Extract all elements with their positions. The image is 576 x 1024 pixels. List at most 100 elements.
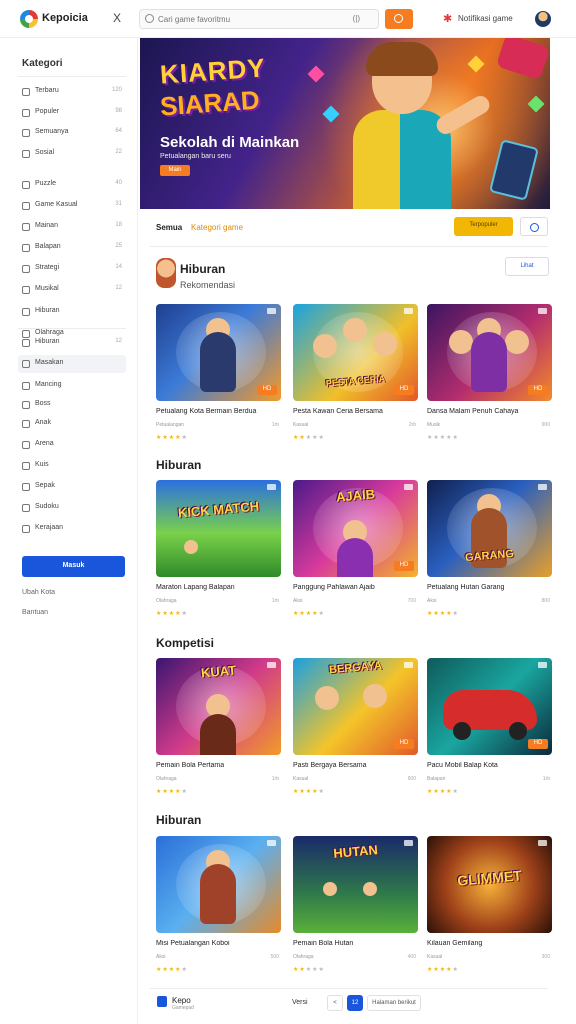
hero-banner[interactable]: KIARDY SIARAD Sekolah di Mainkan Petuala… bbox=[140, 38, 550, 209]
search-icon[interactable] bbox=[520, 217, 548, 236]
game-title[interactable]: Kilauan Gemilang bbox=[427, 940, 552, 947]
section-title: Kompetisi bbox=[156, 636, 215, 650]
see-all-button[interactable]: Lihat bbox=[505, 257, 549, 276]
help-link[interactable]: Bantuan bbox=[22, 609, 48, 616]
divider bbox=[18, 76, 126, 77]
hero-headline: Sekolah di Mainkan bbox=[160, 134, 300, 151]
game-thumbnail[interactable]: GARANG bbox=[427, 480, 552, 577]
sidebar-sub-item[interactable]: Anak bbox=[18, 415, 126, 433]
star-rating: ★★★★★ bbox=[156, 611, 188, 617]
game-thumbnail[interactable]: HD bbox=[156, 304, 281, 401]
game-genre: Olahraga bbox=[156, 776, 177, 782]
app-brand[interactable]: Kepoicia bbox=[42, 12, 88, 24]
close-icon[interactable]: X bbox=[113, 11, 121, 25]
filter-category[interactable]: Kategori game bbox=[191, 223, 243, 232]
game-title[interactable]: Petualang Kota Bermain Berdua bbox=[156, 408, 281, 415]
game-thumbnail[interactable]: HD bbox=[427, 304, 552, 401]
game-plays: 800 bbox=[541, 598, 550, 604]
game-thumbnail[interactable]: HUTAN bbox=[293, 836, 418, 933]
sidebar-item[interactable]: Hiburan bbox=[18, 303, 126, 321]
sidebar-sub-item-active[interactable]: Masakan bbox=[18, 355, 126, 373]
sidebar-sub-item[interactable]: Boss bbox=[18, 396, 126, 414]
sidebar-item[interactable]: Game Kasual 31 bbox=[18, 197, 126, 215]
game-title[interactable]: Pacu Mobil Balap Kota bbox=[427, 762, 552, 769]
game-plays: 500 bbox=[270, 954, 279, 960]
game-genre: Balapan bbox=[427, 776, 446, 782]
game-title[interactable]: Pasti Bergaya Bersama bbox=[293, 762, 418, 769]
search-icon bbox=[145, 14, 154, 23]
game-title[interactable]: Pemain Bola Hutan bbox=[293, 940, 418, 947]
star-rating: ★★★★★ bbox=[427, 435, 459, 441]
sidebar-item[interactable]: Puzzle 40 bbox=[18, 176, 126, 194]
hero-play-button[interactable]: Main bbox=[160, 165, 190, 176]
game-genre: Musik bbox=[427, 422, 441, 428]
sidebar-sub-item[interactable]: Sepak bbox=[18, 478, 126, 496]
pagination-prev[interactable]: < bbox=[327, 995, 343, 1011]
category-icon bbox=[22, 88, 30, 96]
sidebar-item[interactable]: Sosial 22 bbox=[18, 145, 126, 163]
sidebar-item[interactable]: Populer 98 bbox=[18, 104, 126, 122]
sort-button[interactable]: Terpopuler bbox=[454, 217, 513, 236]
search-button[interactable] bbox=[385, 9, 413, 29]
section-title: Hiburan bbox=[156, 458, 202, 472]
footer-label: Versi bbox=[292, 999, 308, 1006]
game-genre: Kasual bbox=[427, 954, 443, 960]
category-icon bbox=[22, 244, 30, 252]
game-plays: 900 bbox=[541, 422, 550, 428]
filter-all[interactable]: Semua bbox=[156, 223, 182, 232]
sidebar-item[interactable]: Terbaru 120 bbox=[18, 83, 126, 101]
star-rating: ★★★★★ bbox=[427, 967, 459, 973]
game-genre: Olahraga bbox=[156, 598, 177, 604]
sidebar-sub-item[interactable]: Kerajaan bbox=[18, 520, 126, 538]
game-logo: KICK MATCH bbox=[177, 498, 260, 521]
game-title[interactable]: Misi Petualangan Koboi bbox=[156, 940, 281, 947]
login-button[interactable]: Masuk bbox=[22, 556, 125, 577]
search-field[interactable]: (|) bbox=[139, 9, 379, 29]
app-logo[interactable] bbox=[20, 10, 38, 28]
game-plays: 1rb bbox=[271, 422, 279, 428]
user-avatar[interactable] bbox=[535, 11, 551, 27]
category-icon bbox=[22, 382, 30, 390]
search-input[interactable] bbox=[158, 12, 308, 26]
sidebar-item[interactable]: Semuanya 64 bbox=[18, 124, 126, 142]
star-rating: ★★★★★ bbox=[156, 789, 188, 795]
game-thumbnail[interactable]: AJAIB HD bbox=[293, 480, 418, 577]
sidebar-sub-item[interactable]: Kuis bbox=[18, 457, 126, 475]
game-logo: HUTAN bbox=[332, 842, 379, 861]
sidebar-item[interactable]: Musikal 12 bbox=[18, 281, 126, 299]
game-title[interactable]: Maraton Lapang Balapan bbox=[156, 584, 281, 591]
sidebar-sub-item[interactable]: Sudoku bbox=[18, 499, 126, 517]
game-thumbnail[interactable]: PESTA CERIA HD bbox=[293, 304, 418, 401]
category-icon bbox=[22, 265, 30, 273]
game-thumbnail[interactable] bbox=[156, 836, 281, 933]
game-title[interactable]: Petualang Hutan Garang bbox=[427, 584, 552, 591]
game-title[interactable]: Pesta Kawan Ceria Bersama bbox=[293, 408, 418, 415]
sidebar-sub-item[interactable]: Hiburan 12 bbox=[18, 334, 126, 352]
game-thumbnail[interactable]: KICK MATCH bbox=[156, 480, 281, 577]
notification-label[interactable]: Notifikasi game bbox=[458, 14, 513, 23]
game-title[interactable]: Dansa Malam Penuh Cahaya bbox=[427, 408, 552, 415]
change-city-link[interactable]: Ubah Kota bbox=[22, 589, 55, 596]
sidebar-item[interactable]: Mainan 18 bbox=[18, 218, 126, 236]
pagination-current[interactable]: 12 bbox=[347, 995, 363, 1011]
category-icon bbox=[22, 286, 30, 294]
game-thumbnail[interactable]: HD bbox=[427, 658, 552, 755]
game-thumbnail[interactable]: BERGAYA HD bbox=[293, 658, 418, 755]
game-title[interactable]: Pemain Bola Pertama bbox=[156, 762, 281, 769]
bell-icon[interactable]: ✱ bbox=[443, 12, 452, 25]
game-plays: 700 bbox=[407, 598, 416, 604]
pagination-input[interactable]: Halaman berikut bbox=[367, 995, 421, 1011]
sidebar-item[interactable]: Strategi 14 bbox=[18, 260, 126, 278]
mic-icon[interactable]: (|) bbox=[353, 14, 360, 23]
game-genre: Kasual bbox=[293, 776, 309, 782]
sidebar-item[interactable]: Balapan 25 bbox=[18, 239, 126, 257]
category-icon bbox=[22, 181, 30, 189]
category-icon bbox=[22, 420, 30, 428]
star-rating: ★★★★★ bbox=[293, 611, 325, 617]
sidebar-sub-item[interactable]: Arena bbox=[18, 436, 126, 454]
sidebar-sub-item[interactable]: Mancing bbox=[18, 377, 126, 395]
category-icon bbox=[22, 202, 30, 210]
game-thumbnail[interactable]: KUAT bbox=[156, 658, 281, 755]
game-thumbnail[interactable]: GLIMMET bbox=[427, 836, 552, 933]
game-title[interactable]: Panggung Pahlawan Ajaib bbox=[293, 584, 418, 591]
